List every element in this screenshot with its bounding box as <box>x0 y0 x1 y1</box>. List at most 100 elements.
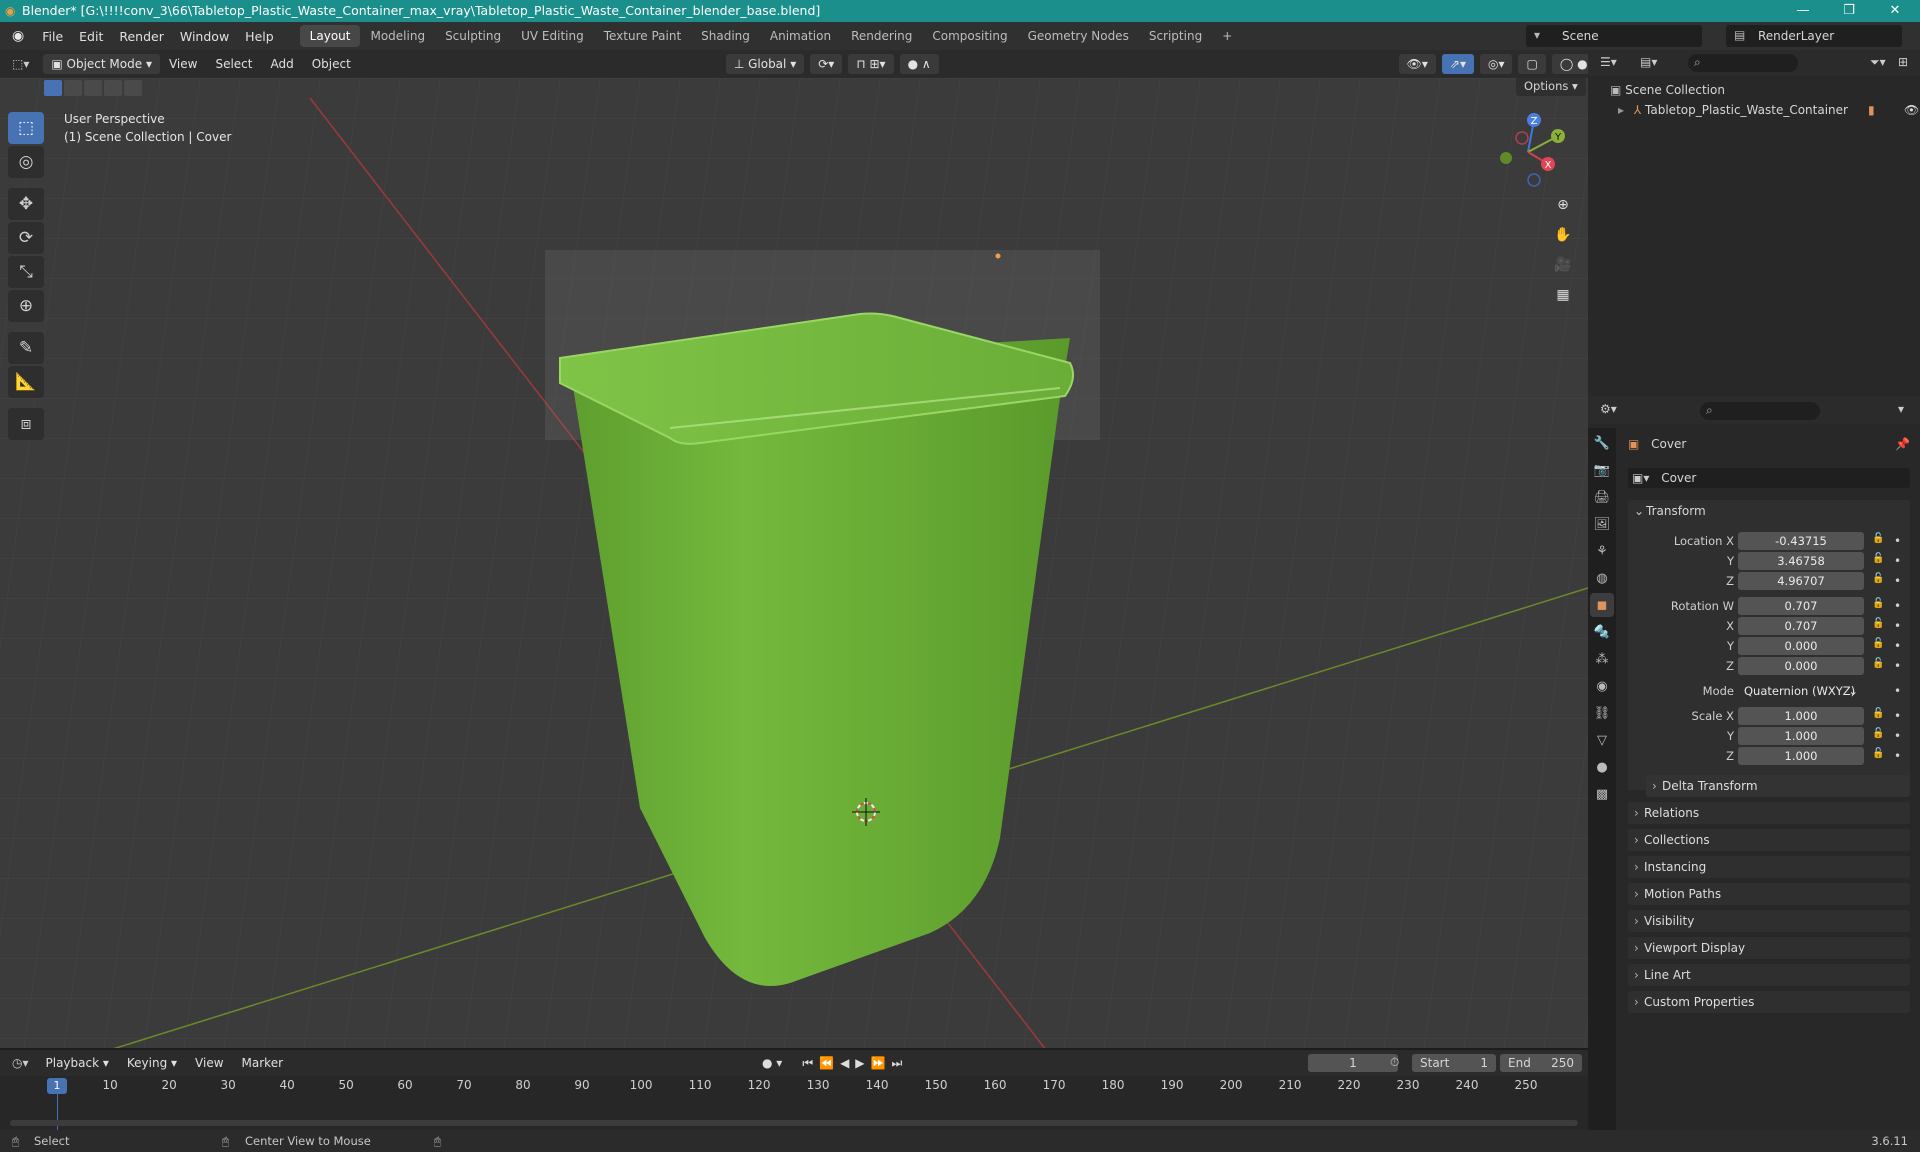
rotate-tool-icon[interactable]: ⟳ <box>8 222 44 254</box>
select-intersect-mode-icon[interactable] <box>124 80 142 96</box>
panel-instancing[interactable]: Instancing <box>1628 856 1910 878</box>
pin-icon[interactable]: 📌 <box>1895 434 1910 454</box>
eye-icon[interactable]: 👁 <box>1904 100 1919 120</box>
timeline-menu-playback[interactable]: Playback ▾ <box>37 1056 118 1070</box>
rotation-mode-dropdown[interactable]: Quaternion (WXYZ) ⌄ <box>1738 682 1864 700</box>
physics-tab-icon[interactable]: ◉ <box>1590 674 1614 698</box>
keyframe-dot[interactable]: • <box>1894 617 1901 635</box>
timeline-menu-view[interactable]: View <box>186 1056 232 1070</box>
lock-icon[interactable]: 🔓 <box>1872 658 1884 669</box>
select-extend-mode-icon[interactable] <box>64 80 82 96</box>
orientation-dropdown[interactable]: ⊥ Global ▾ <box>725 54 805 74</box>
keyframe-dot[interactable]: • <box>1894 707 1901 725</box>
keyframe-dot[interactable]: • <box>1894 727 1901 745</box>
material-tab-icon[interactable]: ● <box>1590 755 1614 779</box>
object-mode-dropdown[interactable]: ▣ Object Mode ▾ <box>43 54 160 74</box>
data-tab-icon[interactable]: ▽ <box>1590 728 1614 752</box>
snap-icon[interactable]: ⊓ ⊞▾ <box>848 54 894 74</box>
xray-icon[interactable]: ▢ <box>1518 54 1546 74</box>
transform-panel-header[interactable]: ⌄ Transform <box>1628 500 1910 522</box>
panel-collections[interactable]: Collections <box>1628 829 1910 851</box>
tab-rendering[interactable]: Rendering <box>841 25 922 47</box>
view-layer-tab-icon[interactable]: 🖼 <box>1590 512 1614 536</box>
keyframe-dot[interactable]: • <box>1894 552 1901 570</box>
timeline-menu-marker[interactable]: Marker <box>233 1056 292 1070</box>
maximize-icon[interactable]: ❐ <box>1826 0 1872 22</box>
keyframe-dot[interactable]: • <box>1894 747 1901 765</box>
select-invert-mode-icon[interactable] <box>104 80 122 96</box>
tab-compositing[interactable]: Compositing <box>922 25 1017 47</box>
stopwatch-icon[interactable]: ⏱ <box>1390 1055 1399 1070</box>
close-icon[interactable]: ✕ <box>1872 0 1918 22</box>
annotate-tool-icon[interactable]: ✎ <box>8 332 44 364</box>
viewport-menu-select[interactable]: Select <box>206 57 261 71</box>
panel-line-art[interactable]: Line Art <box>1628 964 1910 986</box>
filter-icon[interactable]: ⏷▾ <box>1870 55 1886 70</box>
select-box-tool-icon[interactable]: ⬚ <box>8 112 44 144</box>
scale-tool-icon[interactable]: ⤡ <box>8 256 44 288</box>
lock-icon[interactable]: 🔓 <box>1872 533 1884 544</box>
menu-render[interactable]: Render <box>111 29 172 44</box>
tab-animation[interactable]: Animation <box>760 25 841 47</box>
viewport-menu-view[interactable]: View <box>160 57 206 71</box>
timeline-editor-icon[interactable]: ◷▾ <box>0 1056 37 1070</box>
output-tab-icon[interactable]: 🖨 <box>1590 485 1614 509</box>
playback-controls-icons[interactable]: ⏮⏪◀▶⏩⏭ <box>802 1056 908 1071</box>
expand-arrow-icon[interactable]: ▸ <box>1618 103 1624 117</box>
scene-selector[interactable]: Scene ▾ <box>1526 25 1702 47</box>
transform-tool-icon[interactable]: ⊕ <box>8 290 44 322</box>
camera-view-icon[interactable]: 🎥 <box>1550 252 1576 278</box>
viewport-menu-object[interactable]: Object <box>303 57 360 71</box>
timeline-scrollbar[interactable] <box>10 1120 1578 1126</box>
navigation-gizmo[interactable]: Z Y X <box>1490 110 1570 190</box>
outliner-editor-icon[interactable]: ☰▾ <box>1600 55 1617 69</box>
scene-tab-icon[interactable]: ⚘ <box>1590 539 1614 563</box>
world-tab-icon[interactable]: ◍ <box>1590 566 1614 590</box>
record-icon[interactable]: ● ▾ <box>762 1056 782 1070</box>
timeline[interactable]: 10 20 30 40 50 60 70 80 90 100 110 120 130 140 150 160 1… <box>0 1076 1588 1130</box>
keyframe-dot[interactable]: • <box>1894 682 1901 700</box>
viewport-menu-add[interactable]: Add <box>261 57 302 71</box>
rotation-y-field[interactable]: 0.000 <box>1738 637 1864 655</box>
cursor-tool-icon[interactable]: ◎ <box>8 146 44 178</box>
modifier-tab-icon[interactable]: 🔩 <box>1590 620 1614 644</box>
tab-sculpting[interactable]: Sculpting <box>435 25 511 47</box>
tab-layout[interactable]: Layout <box>299 25 361 47</box>
display-mode-icon[interactable]: ▤▾ <box>1640 55 1657 69</box>
move-tool-icon[interactable]: ✥ <box>8 188 44 220</box>
tab-texture-paint[interactable]: Texture Paint <box>594 25 691 47</box>
current-frame-field[interactable]: 1 <box>1308 1054 1398 1072</box>
pivot-icon[interactable]: ⟳▾ <box>810 54 843 74</box>
delta-transform-subpanel[interactable]: Delta Transform <box>1646 775 1910 797</box>
lock-icon[interactable]: 🔓 <box>1872 598 1884 609</box>
keyframe-dot[interactable]: • <box>1894 572 1901 590</box>
rotation-x-field[interactable]: 0.707 <box>1738 617 1864 635</box>
location-y-field[interactable]: 3.46758 <box>1738 552 1864 570</box>
add-cube-tool-icon[interactable]: ⧈ <box>8 408 44 440</box>
scale-x-field[interactable]: 1.000 <box>1738 707 1864 725</box>
tab-scripting[interactable]: Scripting <box>1139 25 1212 47</box>
lock-icon[interactable]: 🔓 <box>1872 748 1884 759</box>
panel-viewport-display[interactable]: Viewport Display <box>1628 937 1910 959</box>
constraints-tab-icon[interactable]: ⛓ <box>1590 701 1614 725</box>
measure-tool-icon[interactable]: 📐 <box>8 366 44 398</box>
object-tab-icon[interactable]: ◼ <box>1590 593 1614 617</box>
select-subtract-mode-icon[interactable] <box>84 80 102 96</box>
object-data-field[interactable]: ▣▾ Cover <box>1628 468 1910 488</box>
blender-menu-icon[interactable]: ◉ <box>0 28 34 44</box>
new-collection-icon[interactable]: ⊞ <box>1898 55 1908 69</box>
rotation-w-field[interactable]: 0.707 <box>1738 597 1864 615</box>
render-tab-icon[interactable]: 📷 <box>1590 458 1614 482</box>
scale-z-field[interactable]: 1.000 <box>1738 747 1864 765</box>
lock-icon[interactable]: 🔓 <box>1872 573 1884 584</box>
location-z-field[interactable]: 4.96707 <box>1738 572 1864 590</box>
zoom-icon[interactable]: ⊕ <box>1550 192 1576 218</box>
menu-window[interactable]: Window <box>172 29 237 44</box>
location-x-field[interactable]: -0.43715 <box>1738 532 1864 550</box>
pan-hand-icon[interactable]: ✋ <box>1550 222 1576 248</box>
menu-help[interactable]: Help <box>237 29 282 44</box>
proportional-edit-icon[interactable]: ● ∧ <box>899 54 939 74</box>
keyframe-dot[interactable]: • <box>1894 637 1901 655</box>
options-dropdown[interactable]: Options ▾ <box>1516 78 1586 96</box>
select-box-mode-icon[interactable] <box>44 80 62 96</box>
